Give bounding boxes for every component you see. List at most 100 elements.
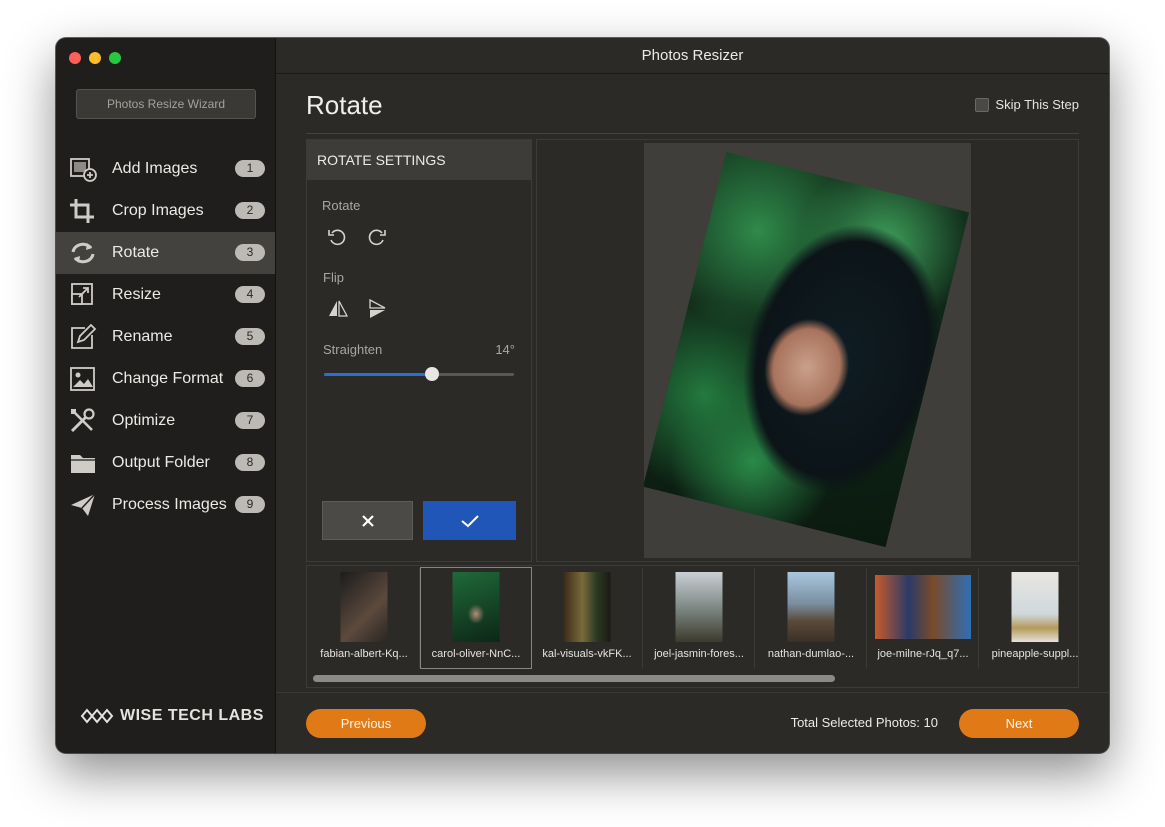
step-badge: 4 [235, 286, 265, 303]
cancel-button[interactable] [322, 501, 413, 540]
step-nav: Add Images 1 Crop Images 2 Rotate 3 Resi… [56, 148, 275, 526]
brand-mark-icon [80, 708, 114, 724]
step-badge: 6 [235, 370, 265, 387]
rotate-left-icon[interactable] [327, 227, 347, 247]
sidebar-item-label: Add Images [112, 160, 198, 177]
app-window: Photos Resize Wizard Add Images 1 Crop I… [56, 38, 1109, 753]
thumbnail-caption: fabian-albert-Kq... [320, 648, 408, 660]
horizontal-scrollbar[interactable] [313, 675, 835, 682]
slider-fill [324, 373, 433, 376]
straighten-label: Straighten [323, 342, 383, 357]
sidebar-item-rename[interactable]: Rename 5 [56, 316, 275, 358]
page-title: Rotate [306, 90, 383, 120]
minimize-window-button[interactable] [89, 52, 101, 64]
thumbnail-item-selected[interactable]: carol-oliver-NnC... [420, 567, 532, 669]
previous-button[interactable]: Previous [306, 709, 426, 738]
divider [306, 133, 1079, 134]
rotate-label: Rotate [322, 198, 361, 213]
thumbnail-item[interactable]: joel-jasmin-fores... [644, 568, 755, 668]
divider [276, 692, 1109, 693]
sidebar-item-output-folder[interactable]: Output Folder 8 [56, 442, 275, 484]
total-selected-photos: Total Selected Photos: 10 [790, 715, 938, 730]
sidebar-item-label: Resize [112, 286, 161, 303]
apply-button[interactable] [423, 501, 516, 540]
thumbnail-image [675, 572, 723, 642]
sidebar-item-add-images[interactable]: Add Images 1 [56, 148, 275, 190]
sidebar-item-change-format[interactable]: Change Format 6 [56, 358, 275, 400]
tools-icon [70, 408, 95, 433]
zoom-window-button[interactable] [109, 52, 121, 64]
thumbnail-strip: fabian-albert-Kq... carol-oliver-NnC... … [306, 565, 1079, 688]
thumbnail-caption: joel-jasmin-fores... [654, 648, 744, 660]
close-window-button[interactable] [69, 52, 81, 64]
brand-logo: WISE TECH LABS [80, 704, 264, 728]
sidebar-item-optimize[interactable]: Optimize 7 [56, 400, 275, 442]
step-badge: 7 [235, 412, 265, 429]
step-badge: 2 [235, 202, 265, 219]
add-images-icon [70, 158, 97, 182]
thumbnail-item[interactable]: kal-visuals-vkFK... [532, 568, 643, 668]
flip-vertical-icon[interactable] [368, 298, 388, 320]
sidebar-item-label: Output Folder [112, 454, 210, 471]
folder-icon [71, 455, 95, 473]
sidebar-item-label: Change Format [112, 370, 224, 387]
sidebar-item-crop-images[interactable]: Crop Images 2 [56, 190, 275, 232]
flip-label: Flip [323, 270, 344, 285]
straighten-slider[interactable] [324, 367, 514, 381]
sidebar-item-process-images[interactable]: Process Images 9 [56, 484, 275, 526]
thumbnail-image [1011, 572, 1059, 642]
thumbnail-caption: kal-visuals-vkFK... [542, 648, 632, 660]
thumbnail-item[interactable]: nathan-dumlao-... [756, 568, 867, 668]
thumbnail-image [340, 572, 388, 642]
thumbnail-image [452, 572, 500, 642]
sidebar-item-label: Crop Images [112, 202, 204, 219]
thumbnail-caption: carol-oliver-NnC... [431, 648, 521, 660]
thumbnail-caption: joe-milne-rJq_q7... [877, 648, 969, 660]
crop-icon [70, 199, 94, 223]
rotated-photo [644, 151, 970, 548]
checkbox-box[interactable] [975, 97, 990, 112]
rotate-icon [71, 242, 95, 264]
step-badge: 3 [235, 244, 265, 261]
image-preview [536, 139, 1079, 562]
step-badge: 1 [235, 160, 265, 177]
thumbnail-item[interactable]: joe-milne-rJq_q7... [868, 568, 979, 668]
skip-step-checkbox[interactable]: Skip This Step [975, 97, 1079, 112]
rename-icon [71, 324, 97, 349]
step-badge: 8 [235, 454, 265, 471]
window-controls [69, 52, 121, 64]
sidebar-item-label: Optimize [112, 412, 176, 429]
sidebar-item-label: Process Images [112, 496, 227, 513]
panel-heading: ROTATE SETTINGS [307, 140, 531, 180]
sidebar-item-label: Rotate [112, 244, 160, 261]
thumbnail-image [875, 575, 971, 639]
slider-thumb[interactable] [425, 367, 440, 381]
straighten-value: 14° [495, 342, 515, 357]
next-button[interactable]: Next [959, 709, 1079, 738]
thumbnail-caption: nathan-dumlao-... [767, 648, 855, 660]
rotate-right-icon[interactable] [367, 227, 387, 247]
step-badge: 9 [235, 496, 265, 513]
brand-name: WISE TECH LABS [120, 707, 264, 724]
preview-canvas [644, 143, 971, 558]
flip-horizontal-icon[interactable] [327, 299, 349, 319]
image-format-icon [70, 367, 95, 391]
thumbnail-image [787, 572, 835, 642]
step-badge: 5 [235, 328, 265, 345]
thumbnail-image [563, 572, 611, 642]
sidebar-item-resize[interactable]: Resize 4 [56, 274, 275, 316]
window-title: Photos Resizer [276, 38, 1109, 74]
resize-icon [71, 283, 93, 305]
paper-plane-icon [71, 493, 96, 516]
sidebar: Photos Resize Wizard Add Images 1 Crop I… [56, 38, 276, 753]
checkmark-icon [460, 514, 479, 527]
thumbnail-item[interactable]: pineapple-suppl... [980, 568, 1079, 668]
sidebar-item-rotate[interactable]: Rotate 3 [56, 232, 275, 274]
wizard-button[interactable]: Photos Resize Wizard [76, 89, 256, 119]
thumbnail-caption: pineapple-suppl... [991, 648, 1079, 660]
thumbnail-item[interactable]: fabian-albert-Kq... [309, 568, 420, 668]
rotate-settings-panel: ROTATE SETTINGS Rotate Flip Straighten 1… [306, 139, 532, 562]
sidebar-item-label: Rename [112, 328, 173, 345]
skip-step-label: Skip This Step [995, 97, 1079, 112]
close-icon [361, 514, 374, 527]
